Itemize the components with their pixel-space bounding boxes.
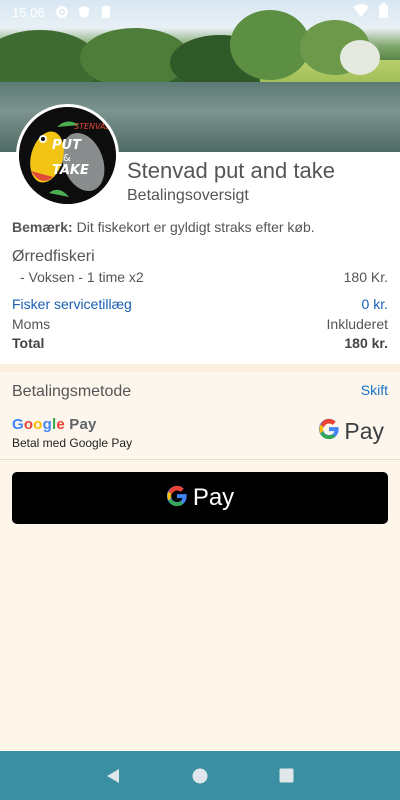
section-divider — [0, 364, 400, 372]
shop-name: Stenvad put and take — [127, 158, 335, 183]
change-payment-link[interactable]: Skift — [361, 382, 388, 398]
service-fee-label[interactable]: Fisker servicetillæg — [12, 296, 132, 312]
line-item-row: - Voksen - 1 time x2 180 Kr. — [12, 269, 388, 285]
shield-icon — [77, 5, 91, 19]
google-g-icon — [318, 418, 340, 445]
back-button[interactable] — [101, 764, 125, 788]
product-title: Ørredfiskeri — [12, 248, 95, 265]
logo-text-1: STENVAD — [74, 122, 112, 131]
notice-text: Dit fiskekort er gyldigt straks efter kø… — [72, 219, 315, 235]
sd-card-icon — [99, 5, 113, 19]
total-label: Total — [12, 335, 45, 351]
google-pay-description: Betal med Google Pay — [12, 436, 133, 450]
status-time: 15.06 — [12, 4, 45, 20]
total-amount: 180 kr. — [344, 335, 388, 351]
recents-square-icon — [279, 768, 294, 783]
payment-divider — [0, 459, 400, 460]
vat-value: Inkluderet — [326, 316, 388, 332]
google-pay-mark-text: Pay — [344, 418, 384, 444]
logo-text-4: TAKE — [52, 163, 89, 178]
service-fee-amount: 0 kr. — [361, 296, 388, 312]
back-triangle-icon — [107, 768, 120, 783]
shop-logo: STENVAD PUT & TAKE — [16, 104, 119, 207]
wifi-icon — [353, 3, 369, 21]
home-circle-icon — [192, 768, 208, 783]
vat-row: Moms Inkluderet — [12, 316, 388, 332]
payment-method-title: Betalingsmetode — [12, 383, 132, 400]
settings-icon — [55, 5, 69, 19]
page-subtitle: Betalingsoversigt — [127, 187, 249, 204]
google-pay-mark[interactable]: Pay — [318, 418, 384, 445]
battery-icon — [379, 3, 388, 21]
notice-label: Bemærk: — [12, 219, 73, 235]
service-fee-row: Fisker servicetillæg 0 kr. — [12, 296, 388, 312]
google-pay-button-label: Pay — [192, 484, 235, 511]
line-item-label: - Voksen - 1 time x2 — [20, 269, 144, 285]
recents-button[interactable] — [275, 764, 299, 788]
google-pay-brand: Google Pay — [12, 416, 97, 433]
google-pay-button[interactable]: Pay — [12, 472, 388, 524]
validity-notice: Bemærk: Dit fiskekort er gyldigt straks … — [12, 219, 315, 235]
system-nav-bar — [0, 751, 400, 800]
total-row: Total 180 kr. — [12, 335, 388, 351]
line-item-amount: 180 Kr. — [343, 269, 388, 285]
google-g-icon — [166, 485, 188, 512]
status-bar: 15.06 — [0, 0, 400, 24]
logo-text-2: PUT — [52, 138, 82, 153]
vat-label: Moms — [12, 316, 51, 332]
home-button[interactable] — [188, 764, 212, 788]
